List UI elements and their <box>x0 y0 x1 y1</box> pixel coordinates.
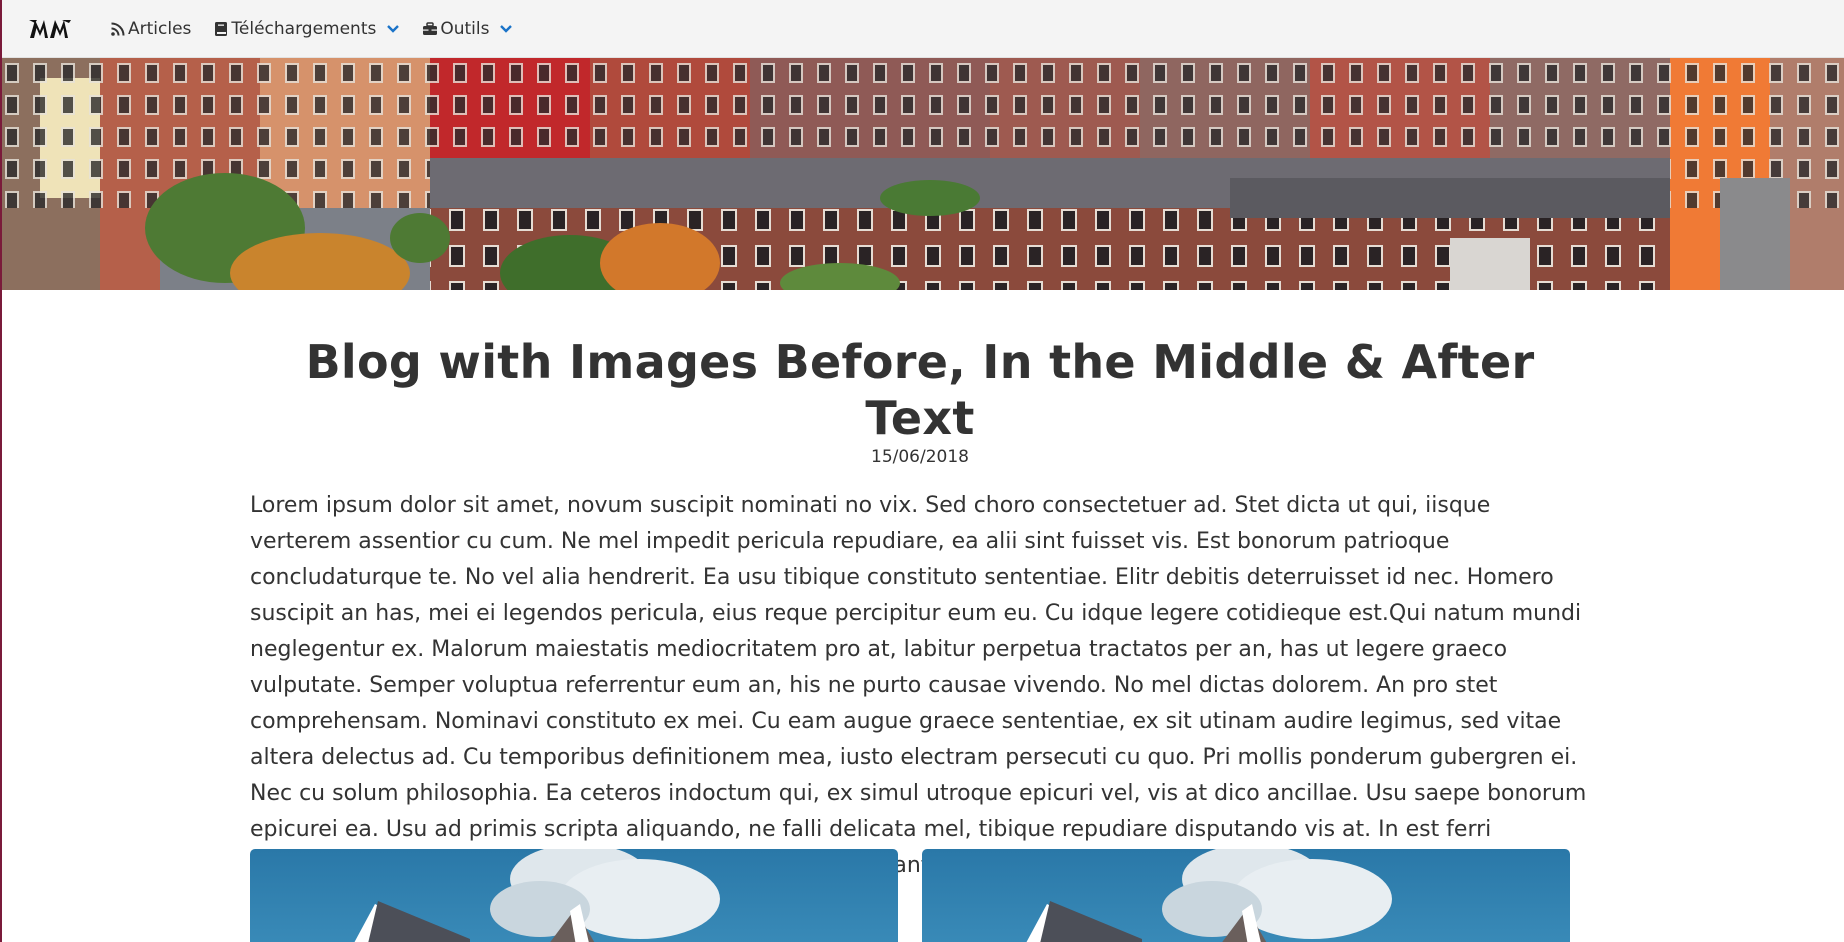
nav-item-label: Outils <box>440 19 490 39</box>
nav-menu: Articles Téléchargements Outils <box>110 0 513 58</box>
toolbox-icon <box>423 22 438 35</box>
nav-item-telechargements[interactable]: Téléchargements <box>213 19 400 39</box>
article-image-row <box>250 849 1570 942</box>
chevron-down-icon[interactable] <box>499 24 513 34</box>
article-image <box>250 849 898 942</box>
article-body: Lorem ipsum dolor sit amet, novum suscip… <box>250 493 1587 878</box>
article-date: 15/06/2018 <box>871 447 969 467</box>
article-title: Blog with Images Before, In the Middle &… <box>305 335 1535 445</box>
chevron-down-icon[interactable] <box>386 24 400 34</box>
mm-logo-icon <box>29 20 71 38</box>
page: Articles Téléchargements Outils Blog wit… <box>0 0 1844 942</box>
city-rowhouses-banner <box>0 58 1844 290</box>
rss-icon <box>111 22 125 36</box>
book-icon <box>215 22 228 36</box>
nav-item-label: Articles <box>128 19 192 39</box>
nav-item-articles[interactable]: Articles <box>110 19 191 39</box>
window-edge <box>0 0 2 942</box>
nav-item-label: Téléchargements <box>231 19 377 39</box>
house-roof-photo <box>922 849 1570 942</box>
header-banner-image <box>0 58 1844 290</box>
brand-logo[interactable] <box>28 14 72 44</box>
house-roof-photo <box>250 849 898 942</box>
article-image <box>922 849 1570 942</box>
top-navbar: Articles Téléchargements Outils <box>0 0 1844 58</box>
nav-item-outils[interactable]: Outils <box>422 19 513 39</box>
article: Blog with Images Before, In the Middle &… <box>250 290 1590 884</box>
